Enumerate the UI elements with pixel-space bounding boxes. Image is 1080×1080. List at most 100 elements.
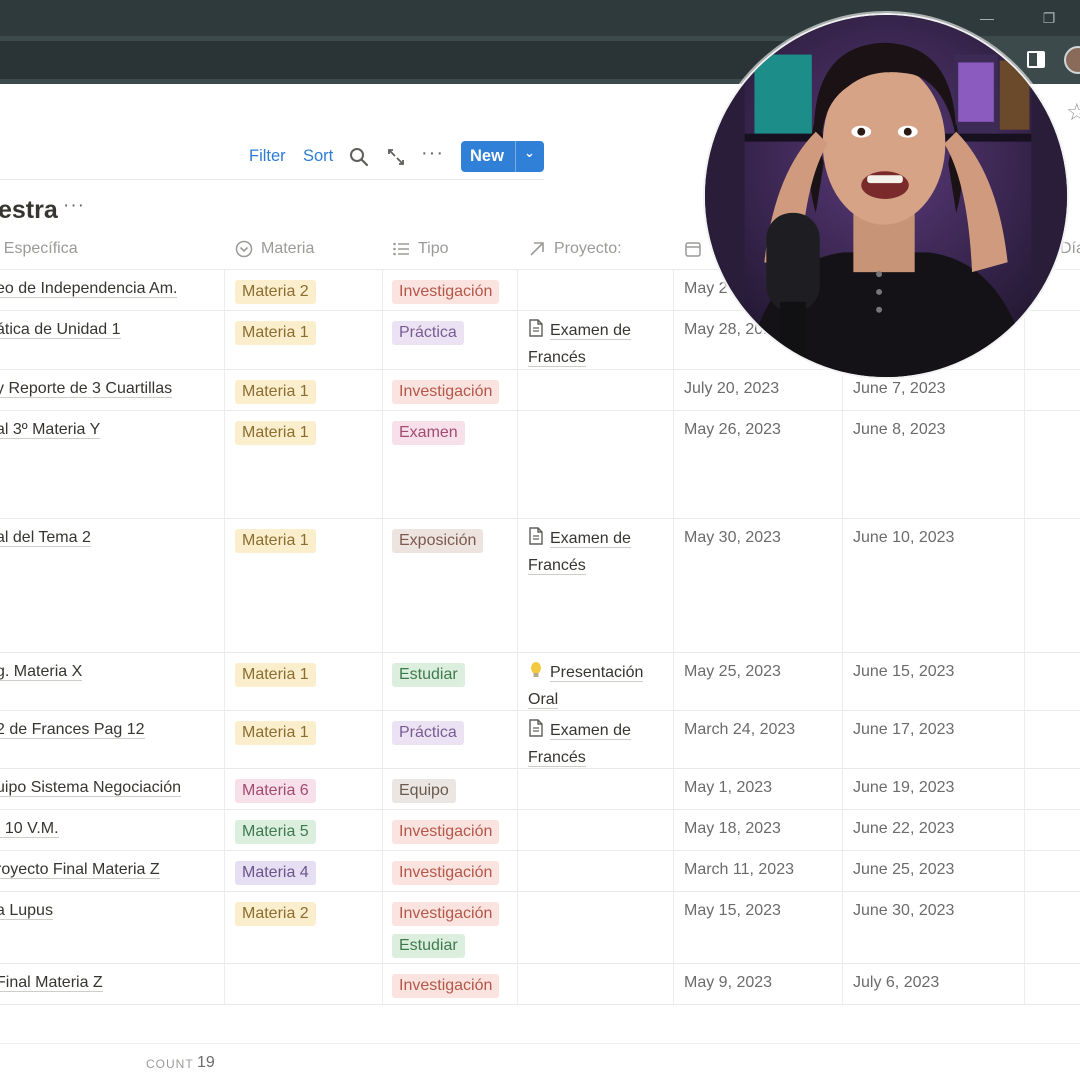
side-panel-icon[interactable]: [1027, 51, 1045, 68]
due-date-cell[interactable]: June 17, 2023: [853, 721, 954, 739]
filter-button[interactable]: Filter: [249, 147, 286, 166]
due-date-cell[interactable]: June 30, 2023: [853, 902, 954, 920]
column-header-dias[interactable]: Día: [1060, 240, 1080, 258]
column-header-name[interactable]: r Específica: [0, 240, 78, 258]
proyecto-cell[interactable]: Examen de Francés: [528, 318, 668, 370]
materia-cell[interactable]: Materia 1: [235, 380, 316, 404]
column-header-materia[interactable]: Materia: [235, 240, 314, 258]
tipo-cell[interactable]: Práctica: [392, 321, 464, 345]
row-title[interactable]: eo de Independencia Am.: [0, 280, 178, 298]
due-date-cell[interactable]: June 15, 2023: [853, 663, 954, 681]
tipo-tag: Investigación: [392, 380, 500, 404]
column-header-date[interactable]: [684, 240, 710, 258]
materia-cell[interactable]: Materia 1: [235, 421, 316, 445]
materia-cell[interactable]: Materia 2: [235, 902, 316, 926]
tipo-cell[interactable]: Equipo: [392, 779, 456, 803]
tipo-cell[interactable]: Exposición: [392, 529, 484, 553]
table-row[interactable]: a Lupus Materia 2 Investigación Estudiar May…: [0, 892, 1080, 964]
proyecto-cell[interactable]: Examen de Francés: [528, 718, 668, 770]
row-title[interactable]: ática de Unidad 1: [0, 321, 121, 339]
start-date-cell[interactable]: July 20, 2023: [684, 380, 779, 398]
materia-cell[interactable]: Materia 1: [235, 721, 316, 745]
materia-cell[interactable]: Materia 6: [235, 779, 316, 803]
row-title[interactable]: a Lupus: [0, 902, 53, 920]
start-date-cell[interactable]: March 24, 2023: [684, 721, 795, 739]
start-date-cell[interactable]: March 11, 2023: [684, 861, 794, 879]
start-date-cell[interactable]: May 1, 2023: [684, 779, 772, 797]
tipo-cell[interactable]: Examen: [392, 421, 465, 445]
column-header-proyecto-label: Proyecto:: [554, 240, 622, 257]
table-row[interactable]: al 3º Materia Y Materia 1 Examen May 26, 20…: [0, 411, 1080, 519]
column-divider: [673, 270, 674, 1004]
due-date-cell[interactable]: June 10, 2023: [853, 529, 954, 547]
row-title[interactable]: Final Materia Z: [0, 974, 103, 992]
due-date-cell[interactable]: July 6, 2023: [853, 974, 939, 992]
materia-cell[interactable]: Materia 1: [235, 321, 316, 345]
table-row[interactable]: . 10 V.M. Materia 5 Investigación May 18, 2…: [0, 810, 1080, 851]
proyecto-cell[interactable]: Presentación Oral: [528, 660, 668, 712]
restore-icon[interactable]: ❐: [1018, 0, 1080, 36]
start-date-cell[interactable]: May 18, 2023: [684, 820, 781, 838]
tipo-cell[interactable]: Estudiar: [392, 663, 465, 687]
new-button[interactable]: New ⌄: [461, 141, 544, 172]
row-title[interactable]: al 3º Materia Y: [0, 421, 101, 439]
proyecto-link[interactable]: Presentación Oral: [528, 664, 644, 709]
row-title-text: al 3º Materia Y: [0, 421, 101, 439]
start-date-cell[interactable]: May 30, 2023: [684, 529, 781, 547]
materia-cell[interactable]: Materia 5: [235, 820, 316, 844]
title-more-icon[interactable]: ···: [63, 195, 85, 217]
more-options-icon[interactable]: ···: [421, 142, 444, 165]
row-title-text: g. Materia X: [0, 663, 83, 681]
table-row[interactable]: Final Materia Z Investigación May 9, 2023 J…: [0, 964, 1080, 1005]
webcam-overlay: [703, 13, 1069, 379]
row-title[interactable]: al del Tema 2: [0, 529, 91, 547]
tipo-cell[interactable]: Investigación Estudiar: [392, 902, 500, 958]
tipo-tag: Investigación: [392, 820, 500, 844]
row-title[interactable]: 2 de Frances Pag 12: [0, 721, 145, 739]
table-row[interactable]: al del Tema 2 Materia 1 Exposición Examen d…: [0, 519, 1080, 653]
table-row[interactable]: 2 de Frances Pag 12 Materia 1 Práctica Exam…: [0, 711, 1080, 769]
column-divider: [842, 270, 843, 1004]
row-title[interactable]: . 10 V.M.: [0, 820, 59, 838]
row-title[interactable]: y Reporte de 3 Cuartillas: [0, 380, 173, 398]
start-date-cell[interactable]: May 26, 2023: [684, 421, 781, 439]
due-date-cell[interactable]: June 25, 2023: [853, 861, 954, 879]
tipo-cell[interactable]: Práctica: [392, 721, 464, 745]
tipo-cell[interactable]: Investigación: [392, 380, 500, 404]
column-header-proyecto[interactable]: Proyecto:: [528, 240, 622, 258]
due-date-cell[interactable]: June 8, 2023: [853, 421, 946, 439]
database-title[interactable]: estra: [0, 196, 58, 225]
materia-cell[interactable]: Materia 1: [235, 663, 316, 687]
expand-icon[interactable]: [386, 146, 406, 168]
materia-tag: Materia 1: [235, 421, 316, 445]
sort-button[interactable]: Sort: [303, 147, 333, 166]
count-label[interactable]: COUNT: [146, 1057, 194, 1071]
search-icon[interactable]: [349, 146, 369, 168]
materia-cell[interactable]: Materia 2: [235, 280, 316, 304]
table-row[interactable]: royecto Final Materia Z Materia 4 Investig…: [0, 851, 1080, 892]
count-value: 19: [197, 1054, 215, 1071]
tipo-cell[interactable]: Investigación: [392, 280, 500, 304]
column-header-tipo[interactable]: Tipo: [392, 240, 449, 258]
tipo-cell[interactable]: Investigación: [392, 974, 500, 998]
start-date-cell[interactable]: May 15, 2023: [684, 902, 781, 920]
start-date-cell[interactable]: May 25, 2023: [684, 663, 781, 681]
start-date-cell[interactable]: May 9, 2023: [684, 974, 772, 992]
row-title[interactable]: uipo Sistema Negociación: [0, 779, 181, 797]
tipo-cell[interactable]: Investigación: [392, 861, 500, 885]
materia-cell[interactable]: Materia 4: [235, 861, 316, 885]
start-date-cell[interactable]: May 2: [684, 280, 728, 298]
materia-cell[interactable]: Materia 1: [235, 529, 316, 553]
due-date-cell[interactable]: June 19, 2023: [853, 779, 954, 797]
materia-tag: Materia 1: [235, 529, 316, 553]
table-row[interactable]: g. Materia X Materia 1 Estudiar Presentació…: [0, 653, 1080, 711]
chevron-down-icon[interactable]: ⌄: [524, 145, 535, 161]
row-title[interactable]: royecto Final Materia Z: [0, 861, 160, 879]
row-title[interactable]: g. Materia X: [0, 663, 83, 681]
favorite-star-icon[interactable]: ☆: [1066, 98, 1080, 127]
due-date-cell[interactable]: June 22, 2023: [853, 820, 954, 838]
proyecto-cell[interactable]: Examen de Francés: [528, 526, 668, 578]
due-date-cell[interactable]: June 7, 2023: [853, 380, 946, 398]
tipo-cell[interactable]: Investigación: [392, 820, 500, 844]
table-row[interactable]: uipo Sistema Negociación Materia 6 Equipo M…: [0, 769, 1080, 810]
